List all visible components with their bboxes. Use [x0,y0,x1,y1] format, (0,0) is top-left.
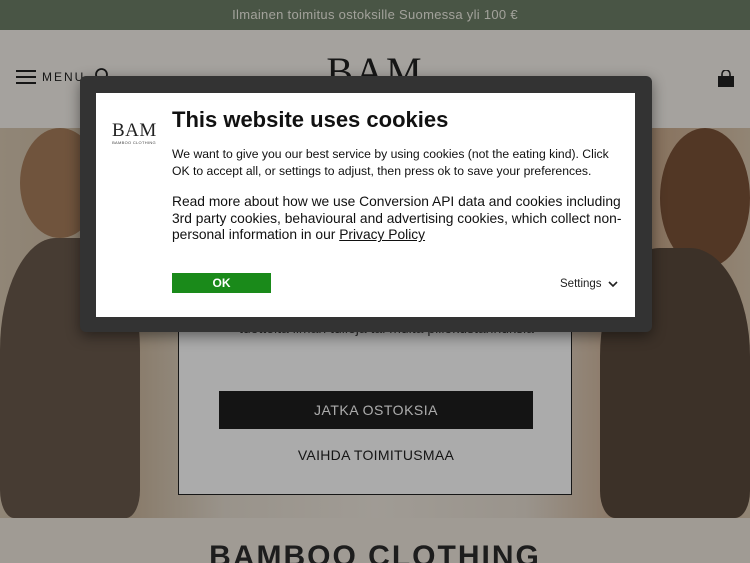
chevron-down-icon [607,281,618,288]
ok-button[interactable]: OK [172,273,271,293]
cookie-logo: BAM BAMBOO CLOTHING [112,120,157,145]
privacy-policy-link[interactable]: Privacy Policy [339,227,425,242]
cookie-title: This website uses cookies [172,107,449,132]
cookie-details: Read more about how we use Conversion AP… [172,194,628,244]
cookie-dialog: BAM BAMBOO CLOTHING This website uses co… [96,93,635,317]
cookie-logo-word: BAM [112,120,157,141]
settings-label: Settings [560,278,602,290]
cookie-logo-sub: BAMBOO CLOTHING [112,140,156,145]
settings-button[interactable]: Settings [560,278,619,290]
cookie-intro: We want to give you our best service by … [172,147,609,178]
